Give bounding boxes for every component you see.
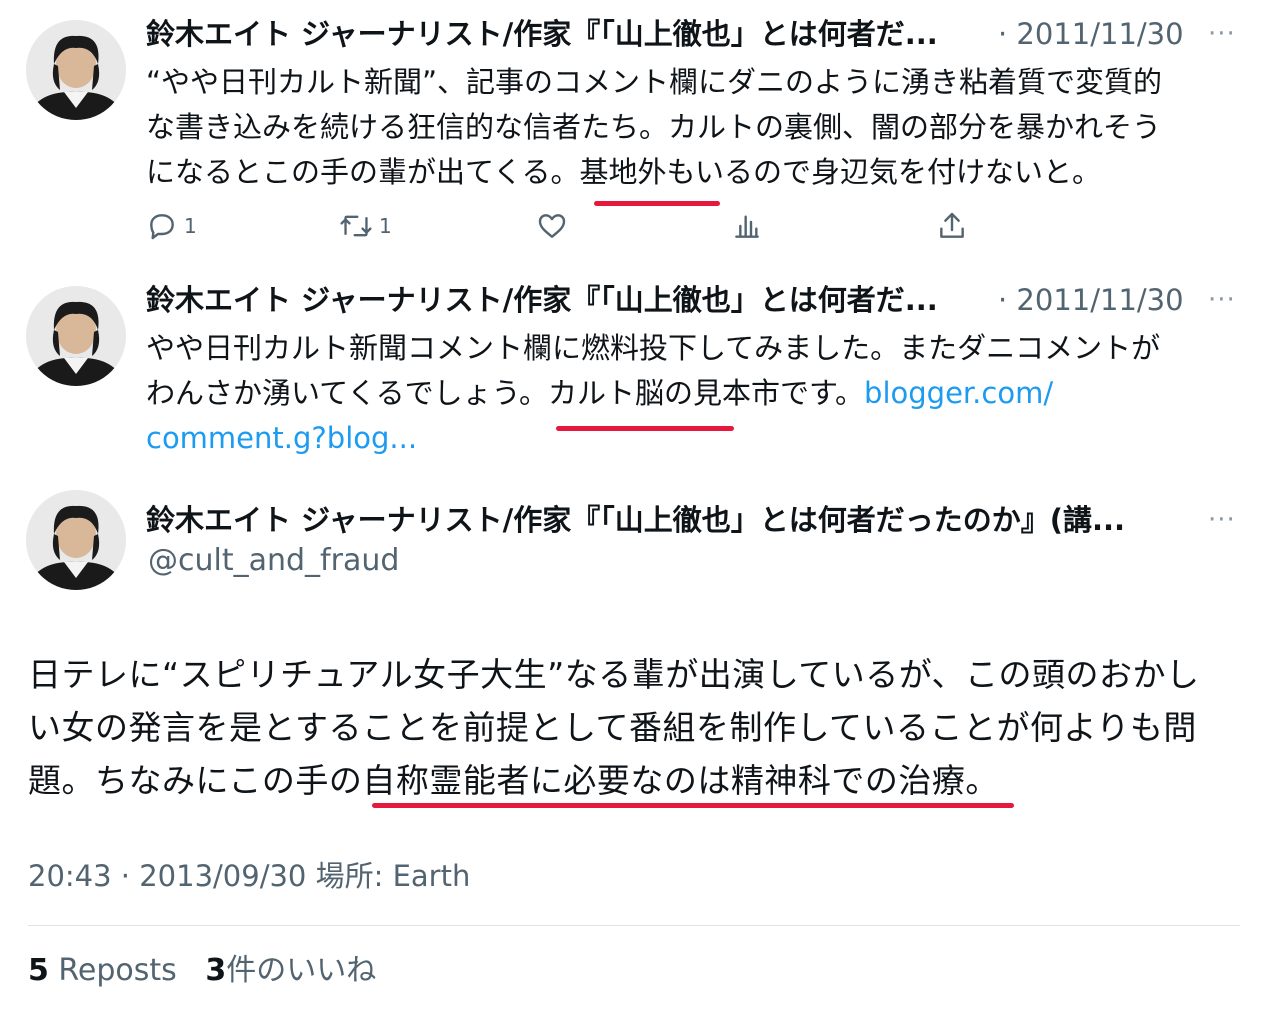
reply-button[interactable]: 1 xyxy=(146,210,197,242)
author-name[interactable]: 鈴木エイト ジャーナリスト/作家『「山上徹也」とは何者だ... xyxy=(146,16,938,52)
repost-button[interactable]: 1 xyxy=(339,210,392,242)
avatar[interactable] xyxy=(26,20,126,120)
highlight-underline xyxy=(556,426,734,431)
tweet-line: 題。ちなみにこの手の自称霊能者に必要なのは精神科での治療。 xyxy=(28,761,999,800)
reposts-label: Reposts xyxy=(58,953,177,988)
highlight-underline xyxy=(594,201,720,206)
tweet-meta[interactable]: 20:43 · 2013/09/30 場所: Earth xyxy=(28,856,470,896)
avatar[interactable] xyxy=(26,490,126,590)
share-button[interactable] xyxy=(936,210,968,242)
tweet-date[interactable]: · 2011/11/30 xyxy=(998,16,1184,52)
repost-icon xyxy=(340,215,372,237)
repost-count: 1 xyxy=(379,214,392,238)
tweet-actions: 1 1 xyxy=(146,210,1046,250)
highlight-underline xyxy=(372,803,1014,808)
reply-icon xyxy=(150,214,174,240)
reposts-stat[interactable]: 5 Reposts xyxy=(28,953,177,988)
reply-count: 1 xyxy=(184,214,197,238)
tweet-line: になるとこの手の輩が出てくる。基地外もいるので身辺気を付けないと。 xyxy=(146,155,1101,189)
tweet-line: わんさか湧いてくるでしょう。カルト脳の見本市です。blogger.com/ xyxy=(146,371,1236,416)
more-icon[interactable]: ··· xyxy=(1208,282,1236,318)
likes-stat[interactable]: 3件のいいね xyxy=(205,953,376,988)
tweet-line: 日テレに“スピリチュアル女子大生”なる輩が出演しているが、この頭のおかし xyxy=(28,655,1200,694)
like-button[interactable] xyxy=(536,210,568,242)
share-icon xyxy=(940,212,964,238)
divider xyxy=(28,925,1240,926)
tweet-text: やや日刊カルト新聞コメント欄に燃料投下してみました。またダニコメントが わんさか… xyxy=(146,326,1236,461)
tweet-line: な書き込みを続ける狂信的な信者たち。カルトの裏側、闇の部分を暴かれそう xyxy=(146,110,1162,144)
views-icon xyxy=(735,215,759,238)
tweet-link[interactable]: blogger.com/ xyxy=(864,376,1053,410)
likes-count: 3 xyxy=(205,953,227,988)
tweet-line: やや日刊カルト新聞コメント欄に燃料投下してみました。またダニコメントが xyxy=(146,331,1161,365)
tweet-stats: 5 Reposts 3件のいいね xyxy=(28,950,376,992)
author-handle[interactable]: @cult_and_fraud xyxy=(148,542,399,580)
more-icon[interactable]: ··· xyxy=(1208,16,1236,52)
tweet-line: “やや日刊カルト新聞”、記事のコメント欄にダニのように湧き粘着質で変質的 xyxy=(146,65,1163,99)
views-button[interactable] xyxy=(731,210,763,242)
tweet-line: い女の発言を是とすることを前提として番組を制作していることが何よりも問 xyxy=(28,708,1197,747)
avatar[interactable] xyxy=(26,286,126,386)
likes-label: 件のいいね xyxy=(226,953,377,988)
tweet-date[interactable]: · 2011/11/30 xyxy=(998,282,1184,318)
main-tweet-text: 日テレに“スピリチュアル女子大生”なる輩が出演しているが、この頭のおかし い女の… xyxy=(28,648,1238,807)
reposts-count: 5 xyxy=(28,953,49,988)
author-name[interactable]: 鈴木エイト ジャーナリスト/作家『「山上徹也」とは何者だ... xyxy=(146,282,938,318)
tweet-line-text: わんさか湧いてくるでしょう。カルト脳の見本市です。 xyxy=(146,376,865,410)
author-name[interactable]: 鈴木エイト ジャーナリスト/作家『「山上徹也」とは何者だったのか』(講... xyxy=(146,502,1125,538)
like-icon xyxy=(538,214,566,238)
tweet-text: “やや日刊カルト新聞”、記事のコメント欄にダニのように湧き粘着質で変質的 な書き… xyxy=(146,60,1236,195)
tweet-link[interactable]: comment.g?blog... xyxy=(146,416,1236,461)
more-icon[interactable]: ··· xyxy=(1208,502,1236,538)
